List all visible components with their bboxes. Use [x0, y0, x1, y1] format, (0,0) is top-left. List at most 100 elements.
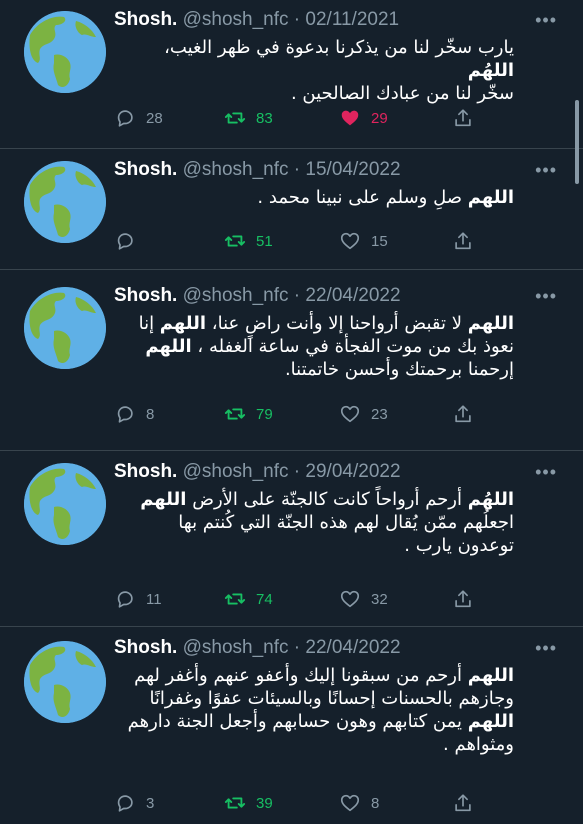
handle[interactable]: @shosh_nfc: [183, 285, 289, 306]
display-name[interactable]: Shosh.: [114, 637, 177, 658]
retweet-button[interactable]: 74: [224, 588, 273, 610]
reply-icon: [114, 230, 136, 252]
handle[interactable]: @shosh_nfc: [183, 9, 289, 30]
like-button[interactable]: 8: [339, 792, 379, 814]
tweet-line: ومثواهم .: [114, 733, 514, 756]
tweet-date[interactable]: 22/04/2022: [305, 637, 400, 658]
more-dots-icon[interactable]: •••: [535, 286, 557, 307]
reply-button[interactable]: [114, 230, 136, 252]
reply-button[interactable]: 11: [114, 588, 162, 610]
reply-button[interactable]: 3: [114, 792, 154, 814]
tweet-text-bold: اللهم: [467, 313, 514, 334]
tweet-separator: [0, 450, 583, 451]
earth-globe-icon: [24, 287, 106, 369]
retweet-count: 74: [256, 590, 273, 608]
like-button[interactable]: 32: [339, 588, 388, 610]
tweet-body: اللهُم أرحم أرواحاً كانت كالجنّة على الأ…: [114, 488, 514, 557]
like-button[interactable]: 29: [339, 107, 388, 129]
display-name[interactable]: Shosh.: [114, 159, 177, 180]
tweet-date[interactable]: 15/04/2022: [305, 159, 400, 180]
reply-button[interactable]: 8: [114, 403, 154, 425]
reply-button[interactable]: 28: [114, 107, 163, 129]
retweet-icon: [224, 107, 246, 129]
tweet-body: اللهم صلِ وسلم على نبينا محمد .: [114, 186, 514, 209]
more-dots-icon[interactable]: •••: [535, 638, 557, 659]
reply-count: 8: [146, 405, 155, 423]
avatar[interactable]: [24, 287, 106, 369]
handle[interactable]: @shosh_nfc: [183, 461, 289, 482]
tweet-header: Shosh. @shosh_nfc · 15/04/2022: [114, 158, 401, 182]
tweet-text: نعوذ بك من موت الفجأة في ساعة الغفله ،: [191, 336, 514, 357]
earth-globe-icon: [24, 641, 106, 723]
retweet-icon: [224, 403, 246, 425]
more-dots-icon[interactable]: •••: [535, 160, 557, 181]
share-icon: [452, 403, 474, 425]
like-count: 23: [371, 405, 388, 423]
tweet-line: اللهم أرحم من سبقونا إليك وأعفو عنهم وأغ…: [114, 664, 514, 687]
like-button[interactable]: 23: [339, 403, 388, 425]
tweet-text: إنا: [138, 313, 160, 334]
tweet-actions: 51 15: [114, 230, 474, 254]
reply-count: 11: [146, 590, 162, 608]
retweet-button[interactable]: 79: [224, 403, 273, 425]
share-icon: [452, 792, 474, 814]
avatar[interactable]: [24, 463, 106, 545]
heart-icon: [339, 588, 361, 610]
share-button[interactable]: [452, 230, 474, 252]
tweet-date[interactable]: 22/04/2022: [305, 285, 400, 306]
tweet-text: لا تقبض أرواحنا إلا وأنت راضٍ عنا،: [206, 313, 468, 334]
tweet-date[interactable]: 02/11/2021: [305, 9, 399, 30]
tweet-header: Shosh. @shosh_nfc · 22/04/2022: [114, 636, 401, 660]
tweet-text: وجازهم بالحسنات إحسانًا وبالسيئات عفوًا …: [149, 688, 514, 709]
tweet-text: صلِ وسلم على نبينا محمد .: [257, 187, 468, 208]
display-name[interactable]: Shosh.: [114, 285, 177, 306]
tweet-body: اللهم أرحم من سبقونا إليك وأعفو عنهم وأغ…: [114, 664, 514, 756]
tweet-separator: [0, 269, 583, 270]
tweet-text: سخّر لنا من عبادك الصالحين .: [290, 83, 514, 104]
more-dots-icon[interactable]: •••: [535, 10, 557, 31]
display-name[interactable]: Shosh.: [114, 9, 177, 30]
tweet-separator: [0, 148, 583, 149]
more-dots-icon[interactable]: •••: [535, 462, 557, 483]
tweet-actions: 8 79 23: [114, 403, 474, 427]
scrollbar[interactable]: [575, 100, 579, 184]
retweet-count: 83: [256, 109, 273, 127]
retweet-icon: [224, 588, 246, 610]
tweet-date[interactable]: 29/04/2022: [305, 461, 400, 482]
like-count: 29: [371, 109, 388, 127]
reply-count: 3: [146, 794, 155, 812]
reply-icon: [114, 588, 136, 610]
tweet-line: اللهم يمن كتابهم وهون حسابهم وأجعل الجنة…: [114, 710, 514, 733]
tweet-text-bold: اللهم: [145, 336, 192, 357]
tweet-actions: 3 39 8: [114, 792, 474, 816]
share-button[interactable]: [452, 403, 474, 425]
retweet-button[interactable]: 51: [224, 230, 273, 252]
handle[interactable]: @shosh_nfc: [183, 637, 289, 658]
handle[interactable]: @shosh_nfc: [183, 159, 289, 180]
share-button[interactable]: [452, 792, 474, 814]
tweet-line: إرحمنا برحمتك وأحسن خاتمتنا.: [114, 358, 514, 381]
avatar[interactable]: [24, 11, 106, 93]
earth-globe-icon: [24, 463, 106, 545]
like-count: 32: [371, 590, 388, 608]
share-button[interactable]: [452, 107, 474, 129]
like-button[interactable]: 15: [339, 230, 388, 252]
tweet-line: نعوذ بك من موت الفجأة في ساعة الغفله ، ا…: [114, 335, 514, 358]
retweet-icon: [224, 230, 246, 252]
tweet-body: يارب سخّر لنا من يذكرنا بدعوة في ظهر الغ…: [114, 36, 514, 105]
retweet-button[interactable]: 83: [224, 107, 273, 129]
tweet-header: Shosh. @shosh_nfc · 29/04/2022: [114, 460, 401, 484]
dot-separator: ·: [288, 461, 306, 482]
tweet-text: توعدون يارب .: [404, 535, 514, 556]
like-count: 15: [371, 232, 388, 250]
heart-filled-icon: [339, 107, 361, 129]
tweet-line: سخّر لنا من عبادك الصالحين .: [114, 82, 514, 105]
tweet-line: توعدون يارب .: [114, 534, 514, 557]
reply-icon: [114, 107, 136, 129]
retweet-button[interactable]: 39: [224, 792, 273, 814]
avatar[interactable]: [24, 641, 106, 723]
tweet-text: يمن كتابهم وهون حسابهم وأجعل الجنة دارهم: [127, 711, 468, 732]
share-button[interactable]: [452, 588, 474, 610]
display-name[interactable]: Shosh.: [114, 461, 177, 482]
avatar[interactable]: [24, 161, 106, 243]
